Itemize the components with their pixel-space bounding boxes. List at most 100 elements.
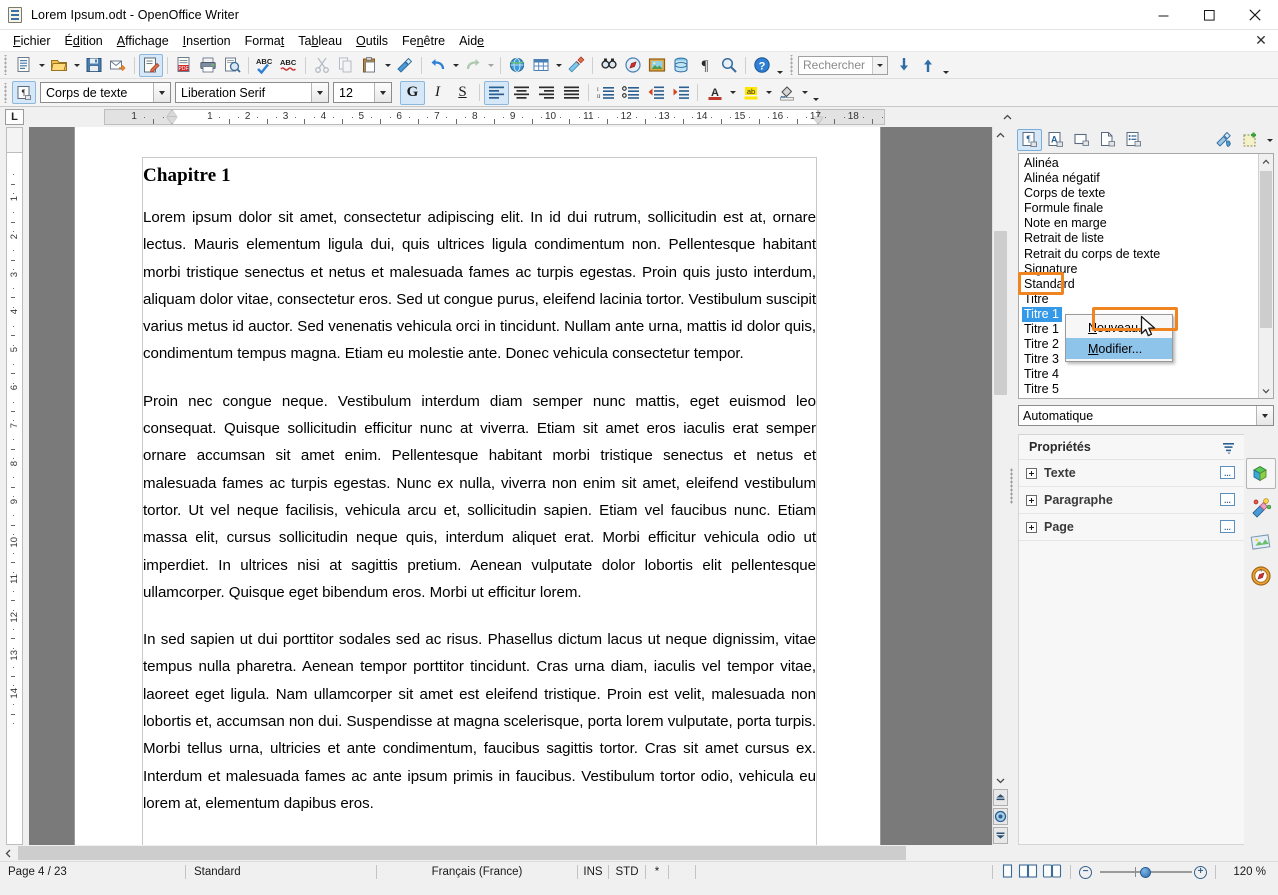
font-name-dropdown-icon[interactable] xyxy=(311,83,328,102)
style-scroll-down-button[interactable] xyxy=(1259,383,1273,398)
menu-insertion[interactable]: Insertion xyxy=(176,32,238,50)
style-list-item[interactable]: Titre 4 xyxy=(1022,367,1258,382)
close-document-icon[interactable]: ✕ xyxy=(1252,32,1270,48)
navigator-icon[interactable] xyxy=(621,54,645,77)
menu-edition[interactable]: Édition xyxy=(58,32,110,50)
book-view-icon[interactable] xyxy=(1042,863,1062,881)
style-list-item[interactable]: Formule finale xyxy=(1022,201,1258,216)
font-color-icon[interactable]: A xyxy=(702,81,727,105)
find-replace-icon[interactable] xyxy=(597,54,621,77)
align-left-icon[interactable] xyxy=(484,80,509,105)
paragraph-style-icon[interactable]: ¶ xyxy=(12,81,36,104)
increase-indent-icon[interactable] xyxy=(668,81,693,105)
hscroll-left-button[interactable] xyxy=(0,845,16,861)
menu-format[interactable]: Format xyxy=(238,32,292,50)
open-document-icon[interactable] xyxy=(47,54,71,77)
hyperlink-icon[interactable] xyxy=(505,54,529,77)
style-list-item[interactable]: Retrait du corps de texte xyxy=(1022,247,1258,262)
close-button[interactable] xyxy=(1232,0,1278,30)
new-style-from-selection-icon[interactable] xyxy=(1238,129,1263,151)
properties-section-texte[interactable]: Texte ... xyxy=(1019,460,1244,487)
text-dialog-button[interactable]: ... xyxy=(1220,466,1235,479)
background-color-icon[interactable] xyxy=(774,81,799,105)
style-list[interactable]: Alinéa Alinéa négatif Corps de texte Formul… xyxy=(1018,153,1274,399)
status-language[interactable]: Français (France) xyxy=(377,862,577,883)
highlight-color-dropdown-icon[interactable] xyxy=(763,81,774,104)
insert-table-icon[interactable] xyxy=(529,54,553,77)
autospellcheck-icon[interactable]: ABC xyxy=(277,54,301,77)
menu-outils[interactable]: Outils xyxy=(349,32,395,50)
style-list-item[interactable]: Standard xyxy=(1022,277,1258,292)
align-justify-icon[interactable] xyxy=(559,81,584,105)
document-page[interactable]: Chapitre 1 Lorem ipsum dolor sit amet, c… xyxy=(74,127,881,845)
font-size-combo[interactable]: 12 xyxy=(333,82,392,103)
data-sources-icon[interactable] xyxy=(669,54,693,77)
zoom-level[interactable]: 120 % xyxy=(1216,862,1278,883)
paste-icon[interactable] xyxy=(358,54,382,77)
align-center-icon[interactable] xyxy=(509,81,534,105)
menu-fichier[interactable]: Fichier xyxy=(6,32,58,50)
show-draw-functions-icon[interactable] xyxy=(564,54,588,77)
expand-icon[interactable] xyxy=(1026,467,1037,479)
save-icon[interactable] xyxy=(82,54,106,77)
gallery-icon[interactable] xyxy=(1246,458,1276,489)
search-dropdown-icon[interactable] xyxy=(872,56,887,74)
ordered-list-icon[interactable]: I II xyxy=(593,81,618,105)
bold-button[interactable]: G xyxy=(400,80,425,105)
page-dialog-button[interactable]: ... xyxy=(1220,520,1235,533)
minimize-button[interactable] xyxy=(1140,0,1186,30)
document-canvas[interactable]: Chapitre 1 Lorem ipsum dolor sit amet, c… xyxy=(29,127,992,845)
redo-icon[interactable] xyxy=(461,54,485,77)
font-color-dropdown-icon[interactable] xyxy=(727,81,738,104)
status-insert-mode[interactable]: INS xyxy=(578,862,608,883)
expand-icon[interactable] xyxy=(1026,494,1037,506)
fill-format-mode-icon[interactable] xyxy=(1212,129,1237,151)
maximize-button[interactable] xyxy=(1186,0,1232,30)
single-page-icon[interactable] xyxy=(1001,863,1014,881)
horizontal-ruler[interactable]: 1 1 2 3 4 5 6 7 8 9 10 11 12 13 14 15 16 17 18 xyxy=(29,107,1000,127)
style-filter-dropdown-icon[interactable] xyxy=(1256,406,1273,425)
scroll-up-corner[interactable] xyxy=(1000,107,1014,127)
scrollbar-thumb[interactable] xyxy=(994,231,1007,395)
paste-dropdown-icon[interactable] xyxy=(382,54,393,77)
tab-stop-selector[interactable]: L xyxy=(0,107,29,127)
formatting-toolbar-grip[interactable] xyxy=(3,82,10,103)
status-modified-indicator[interactable]: * xyxy=(646,862,668,883)
copy-icon[interactable] xyxy=(334,54,358,77)
style-list-item[interactable]: Corps de texte xyxy=(1022,186,1258,201)
character-styles-icon[interactable]: A xyxy=(1043,129,1068,151)
style-scroll-up-button[interactable] xyxy=(1259,154,1273,169)
style-list-item[interactable]: Alinéa xyxy=(1022,156,1258,171)
standard-toolbar-overflow-button[interactable] xyxy=(774,54,786,77)
left-indent-marker[interactable] xyxy=(167,117,177,124)
toolbar-grip[interactable] xyxy=(3,55,10,75)
navigation-target-button[interactable] xyxy=(993,808,1008,825)
undo-dropdown-icon[interactable] xyxy=(450,54,461,77)
compass-icon[interactable]: N xyxy=(1246,560,1276,591)
zoom-slider[interactable]: − + xyxy=(1071,862,1215,883)
new-document-icon[interactable] xyxy=(12,54,36,77)
highlight-color-icon[interactable]: ab xyxy=(738,81,763,105)
spellcheck-icon[interactable]: ABC xyxy=(253,54,277,77)
menu-tableau[interactable]: Tableau xyxy=(291,32,349,50)
search-input[interactable]: Rechercher xyxy=(798,55,888,75)
print-preview-icon[interactable] xyxy=(220,54,244,77)
undo-icon[interactable] xyxy=(426,54,450,77)
zoom-thumb[interactable] xyxy=(1140,866,1151,878)
search-toolbar-grip[interactable] xyxy=(789,55,796,75)
sidebar-settings-icon[interactable] xyxy=(1222,441,1236,454)
first-line-indent-marker[interactable] xyxy=(167,110,177,117)
style-list-item[interactable]: Signature xyxy=(1022,262,1258,277)
next-page-button[interactable] xyxy=(993,827,1008,844)
paragraph-dialog-button[interactable]: ... xyxy=(1220,493,1235,506)
multi-page-icon[interactable] xyxy=(1018,863,1038,881)
style-list-item[interactable]: Note en marge xyxy=(1022,216,1258,231)
new-style-dropdown-icon[interactable] xyxy=(1264,129,1275,152)
zoom-icon[interactable] xyxy=(717,54,741,77)
hscrollbar-thumb[interactable] xyxy=(18,846,906,860)
scrollbar-track[interactable] xyxy=(993,143,1008,772)
paragraph-style-combo[interactable]: Corps de texte xyxy=(40,82,171,103)
help-icon[interactable]: ? xyxy=(750,54,774,77)
zoom-out-button[interactable]: − xyxy=(1079,865,1092,879)
unordered-list-icon[interactable] xyxy=(618,81,643,105)
